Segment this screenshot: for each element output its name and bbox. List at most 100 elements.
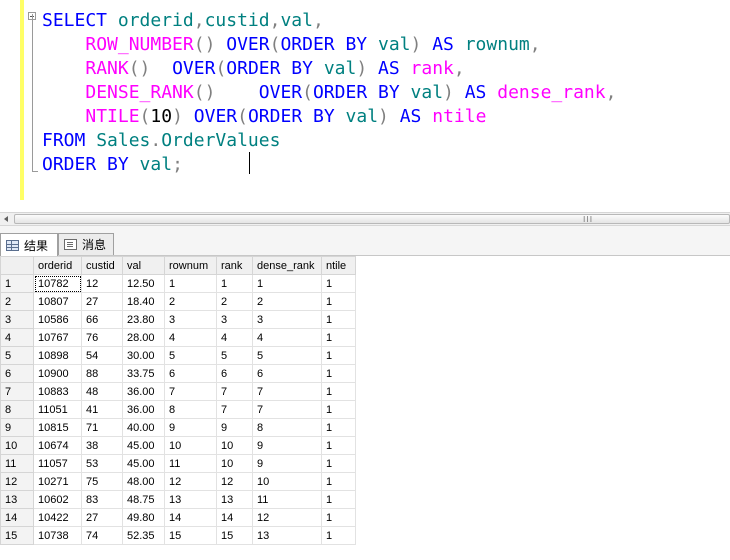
grid-cell[interactable]: 6 <box>216 364 253 383</box>
grid-cell[interactable]: 10738 <box>33 526 82 545</box>
grid-cell[interactable]: 5 <box>216 346 253 365</box>
grid-cell[interactable]: 2 <box>252 292 322 311</box>
grid-cell[interactable]: 36.00 <box>122 400 165 419</box>
grid-cell[interactable]: 15 <box>216 526 253 545</box>
grid-cell[interactable]: 33.75 <box>122 364 165 383</box>
row-number-cell[interactable]: 11 <box>0 454 34 473</box>
grid-cell[interactable]: 10807 <box>33 292 82 311</box>
grid-cell[interactable]: 1 <box>321 400 356 419</box>
grid-cell[interactable]: 11057 <box>33 454 82 473</box>
grid-cell[interactable]: 10767 <box>33 328 82 347</box>
grid-cell[interactable]: 88 <box>81 364 123 383</box>
grid-cell[interactable]: 36.00 <box>122 382 165 401</box>
scroll-left-arrow-icon[interactable] <box>4 216 8 222</box>
row-number-cell[interactable]: 2 <box>0 292 34 311</box>
grid-cell[interactable]: 52.35 <box>122 526 165 545</box>
grid-cell[interactable]: 10883 <box>33 382 82 401</box>
grid-cell[interactable]: 8 <box>164 400 217 419</box>
grid-cell[interactable]: 1 <box>321 436 356 455</box>
grid-cell[interactable]: 8 <box>252 418 322 437</box>
grid-cell[interactable]: 7 <box>252 400 322 419</box>
column-header-custid[interactable]: custid <box>81 256 123 275</box>
grid-cell[interactable]: 1 <box>321 310 356 329</box>
table-row[interactable]: 9 10815 71 40.00 9 9 8 1 <box>0 418 356 437</box>
column-header-dense-rank[interactable]: dense_rank <box>252 256 322 275</box>
grid-cell[interactable]: 53 <box>81 454 123 473</box>
grid-cell[interactable]: 12 <box>216 472 253 491</box>
grid-cell[interactable]: 1 <box>216 274 253 293</box>
grid-cell[interactable]: 2 <box>164 292 217 311</box>
row-number-cell[interactable]: 12 <box>0 472 34 491</box>
grid-cell[interactable]: 75 <box>81 472 123 491</box>
grid-cell[interactable]: 10 <box>252 472 322 491</box>
column-header-ntile[interactable]: ntile <box>321 256 356 275</box>
grid-cell[interactable]: 1 <box>321 454 356 473</box>
grid-cell[interactable]: 48 <box>81 382 123 401</box>
grid-cell[interactable]: 1 <box>321 382 356 401</box>
grid-cell[interactable]: 10898 <box>33 346 82 365</box>
row-number-cell[interactable]: 7 <box>0 382 34 401</box>
grid-cell[interactable]: 71 <box>81 418 123 437</box>
row-number-cell[interactable]: 10 <box>0 436 34 455</box>
grid-cell[interactable]: 3 <box>252 310 322 329</box>
grid-cell[interactable]: 18.40 <box>122 292 165 311</box>
grid-cell[interactable]: 41 <box>81 400 123 419</box>
table-row[interactable]: 6 10900 88 33.75 6 6 6 1 <box>0 364 356 383</box>
grid-cell[interactable]: 10 <box>164 436 217 455</box>
grid-cell[interactable]: 23.80 <box>122 310 165 329</box>
grid-cell[interactable]: 13 <box>252 526 322 545</box>
table-row[interactable]: 11 11057 53 45.00 11 10 9 1 <box>0 454 356 473</box>
grid-cell[interactable]: 13 <box>164 490 217 509</box>
table-row[interactable]: 1 10782 12 12.50 1 1 1 1 <box>0 274 356 293</box>
grid-cell[interactable]: 76 <box>81 328 123 347</box>
table-row[interactable]: 8 11051 41 36.00 8 7 7 1 <box>0 400 356 419</box>
grid-cell[interactable]: 11 <box>252 490 322 509</box>
table-row[interactable]: 3 10586 66 23.80 3 3 3 1 <box>0 310 356 329</box>
table-row[interactable]: 15 10738 74 52.35 15 15 13 1 <box>0 526 356 545</box>
grid-cell[interactable]: 1 <box>321 274 356 293</box>
grid-cell[interactable]: 2 <box>216 292 253 311</box>
grid-cell[interactable]: 7 <box>216 382 253 401</box>
grid-cell[interactable]: 11051 <box>33 400 82 419</box>
grid-cell[interactable]: 54 <box>81 346 123 365</box>
grid-cell[interactable]: 14 <box>164 508 217 527</box>
grid-cell[interactable]: 49.80 <box>122 508 165 527</box>
grid-cell[interactable]: 15 <box>164 526 217 545</box>
table-row[interactable]: 7 10883 48 36.00 7 7 7 1 <box>0 382 356 401</box>
column-header-val[interactable]: val <box>122 256 165 275</box>
grid-cell[interactable]: 9 <box>216 418 253 437</box>
grid-cell[interactable]: 1 <box>164 274 217 293</box>
grid-cell[interactable]: 1 <box>321 472 356 491</box>
grid-cell[interactable]: 1 <box>321 292 356 311</box>
results-grid[interactable]: orderid custid val rownum rank dense_rank ntil… <box>0 256 730 560</box>
grid-cell[interactable]: 10815 <box>33 418 82 437</box>
grid-cell[interactable]: 1 <box>252 274 322 293</box>
grid-cell[interactable]: 4 <box>252 328 322 347</box>
grid-cell[interactable]: 7 <box>164 382 217 401</box>
grid-cell[interactable]: 6 <box>164 364 217 383</box>
grid-cell[interactable]: 10271 <box>33 472 82 491</box>
grid-cell[interactable]: 48.00 <box>122 472 165 491</box>
grid-cell[interactable]: 27 <box>81 508 123 527</box>
grid-cell[interactable]: 10674 <box>33 436 82 455</box>
grid-cell[interactable]: 1 <box>321 364 356 383</box>
column-header-orderid[interactable]: orderid <box>33 256 82 275</box>
grid-cell[interactable]: 10 <box>216 454 253 473</box>
grid-cell[interactable]: 3 <box>216 310 253 329</box>
grid-cell[interactable]: 9 <box>252 436 322 455</box>
grid-cell[interactable]: 28.00 <box>122 328 165 347</box>
grid-cell[interactable]: 45.00 <box>122 436 165 455</box>
grid-cell[interactable]: 7 <box>216 400 253 419</box>
row-number-cell[interactable]: 6 <box>0 364 34 383</box>
grid-cell[interactable]: 74 <box>81 526 123 545</box>
row-number-cell[interactable]: 14 <box>0 508 34 527</box>
editor-horizontal-scrollbar[interactable]: III <box>0 212 730 226</box>
grid-cell[interactable]: 48.75 <box>122 490 165 509</box>
column-header-rank[interactable]: rank <box>216 256 253 275</box>
grid-cell[interactable]: 30.00 <box>122 346 165 365</box>
grid-cell[interactable]: 7 <box>252 382 322 401</box>
table-row[interactable]: 5 10898 54 30.00 5 5 5 1 <box>0 346 356 365</box>
table-row[interactable]: 13 10602 83 48.75 13 13 11 1 <box>0 490 356 509</box>
column-header-rownum[interactable]: rownum <box>164 256 217 275</box>
row-number-cell[interactable]: 13 <box>0 490 34 509</box>
